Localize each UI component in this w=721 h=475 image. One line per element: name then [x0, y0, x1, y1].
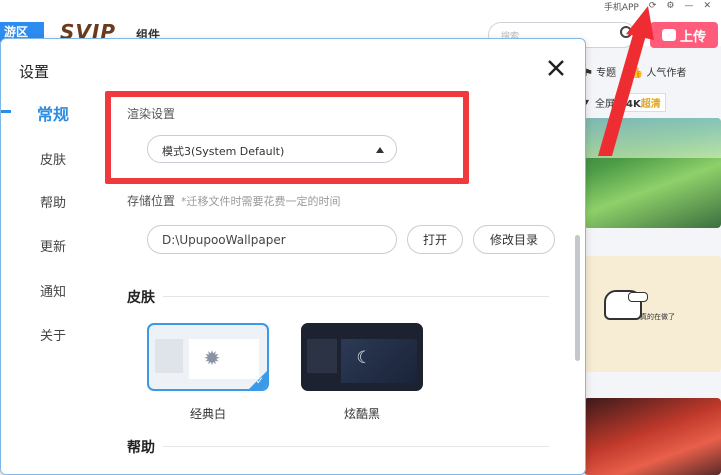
settings-sidebar: 设置 常规 皮肤 帮助 更新 通知 关于: [1, 39, 105, 474]
wallpaper-thumb-forest[interactable]: [584, 118, 721, 228]
chip-4k-text: 4K: [626, 98, 641, 110]
fullscreen-filter[interactable]: 全屏: [595, 95, 615, 110]
settings-icon[interactable]: ⚙: [666, 1, 674, 11]
topic-link[interactable]: ⚑ 专题: [584, 64, 616, 79]
section-divider: [163, 296, 549, 297]
storage-label-row: 存储位置 *迁移文件时需要花费一定的时间: [127, 192, 341, 209]
preview-sidebar: [155, 339, 183, 373]
chip-hd-text: 超清: [640, 98, 661, 110]
sun-icon: ✹: [203, 346, 221, 370]
nav-about[interactable]: 关于: [1, 325, 105, 344]
wallpaper-thumb-red-tree[interactable]: [584, 398, 721, 475]
scrollbar-thumb[interactable]: [575, 235, 580, 361]
minimize-icon[interactable]: —: [684, 1, 693, 11]
wallpaper-thumb-cat[interactable]: 真的在做了: [584, 256, 721, 372]
nav-update[interactable]: 更新: [1, 236, 105, 255]
storage-label: 存储位置: [127, 194, 176, 208]
window-close-icon[interactable]: ✕: [703, 1, 711, 11]
thumb-sky: [584, 118, 721, 158]
upload-label: 上传: [679, 29, 706, 45]
filter-row: ▾ 全屏 4K超清: [584, 92, 721, 112]
search-icon[interactable]: [620, 26, 632, 38]
check-icon: ✓: [255, 376, 264, 387]
cat-laptop: [628, 292, 648, 302]
open-folder-button[interactable]: 打开: [407, 225, 463, 254]
upload-button[interactable]: 上传: [650, 22, 718, 48]
change-folder-button[interactable]: 修改目录: [473, 225, 555, 254]
filter-4k[interactable]: 4K超清: [621, 92, 666, 112]
skin-section-title: 皮肤: [127, 290, 155, 306]
upload-icon: [661, 29, 676, 41]
moon-icon: ☾: [356, 348, 372, 368]
sync-icon[interactable]: ⟳: [649, 1, 657, 11]
nav-help[interactable]: 帮助: [1, 192, 105, 211]
nav-skin[interactable]: 皮肤: [1, 149, 105, 168]
nav-notify[interactable]: 通知: [1, 281, 105, 300]
preview-sidebar: [307, 339, 337, 373]
section-divider: [163, 446, 549, 447]
storage-path-field[interactable]: D:\UpupooWallpaper: [147, 225, 397, 254]
skin-label-black: 炫酷黑: [343, 407, 380, 421]
skin-label-white: 经典白: [189, 407, 226, 421]
help-section-title: 帮助: [127, 440, 155, 456]
skin-classic-white[interactable]: ✹ ✓: [147, 323, 269, 391]
storage-hint: *迁移文件时需要花费一定的时间: [181, 195, 341, 208]
settings-dialog: 设置 常规 皮肤 帮助 更新 通知 关于 渲染设置 模式3(System Def…: [0, 38, 586, 475]
thumb-caption: 真的在做了: [640, 313, 675, 321]
skin-cool-black[interactable]: ☾: [301, 323, 423, 391]
popular-author-link[interactable]: | 👍 人气作者: [624, 64, 686, 79]
render-highlight-box: [105, 91, 469, 184]
dialog-title: 设置: [19, 63, 50, 81]
mobile-app-link[interactable]: 手机APP: [604, 0, 639, 13]
window-tools: 手机APP ⟳ ⚙ — ✕: [604, 0, 711, 13]
nav-general[interactable]: 常规: [1, 101, 105, 125]
sub-nav: ⚑ 专题 | 👍 人气作者: [584, 60, 721, 82]
